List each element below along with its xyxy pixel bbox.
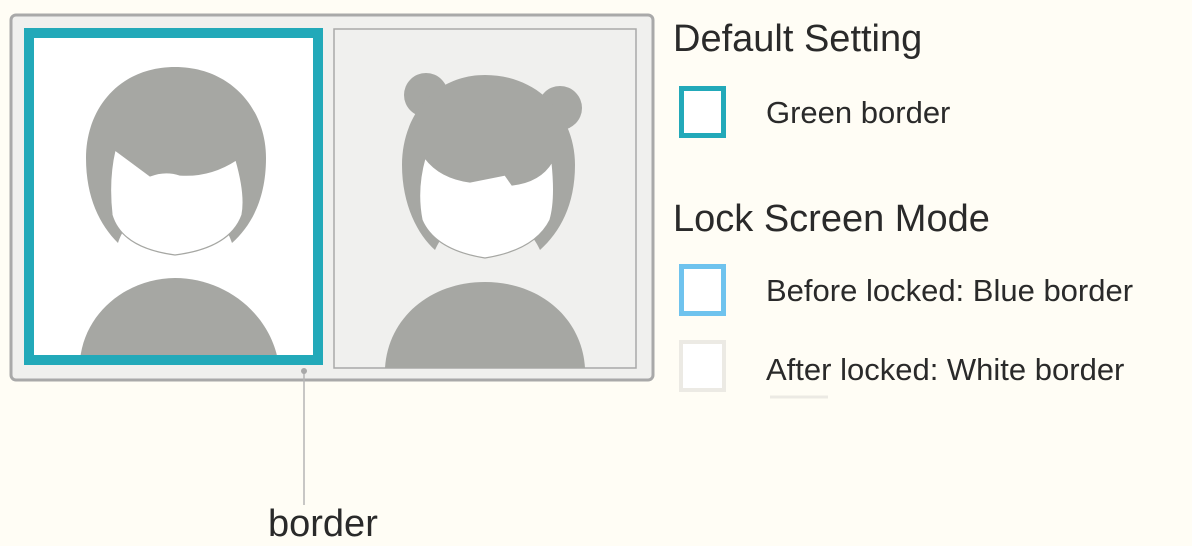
border-callout-dot <box>301 368 307 374</box>
after-locked-label: After locked: White border <box>766 352 1125 387</box>
green-border-swatch <box>679 86 726 138</box>
green-border-label: Green border <box>766 95 951 130</box>
white-border-swatch <box>679 340 726 392</box>
girl-avatar-icon <box>385 73 585 368</box>
before-locked-label: Before locked: Blue border <box>766 273 1134 308</box>
diagram-stage: Default Setting Green border Lock Screen… <box>0 0 1192 545</box>
lock-screen-mode-heading: Lock Screen Mode <box>673 198 990 240</box>
blue-border-swatch <box>679 264 726 316</box>
right-avatar-panel <box>333 28 637 369</box>
boy-avatar-icon <box>80 67 278 360</box>
border-callout-label: border <box>268 503 378 545</box>
default-setting-heading: Default Setting <box>673 18 923 60</box>
left-avatar-panel <box>24 28 323 365</box>
